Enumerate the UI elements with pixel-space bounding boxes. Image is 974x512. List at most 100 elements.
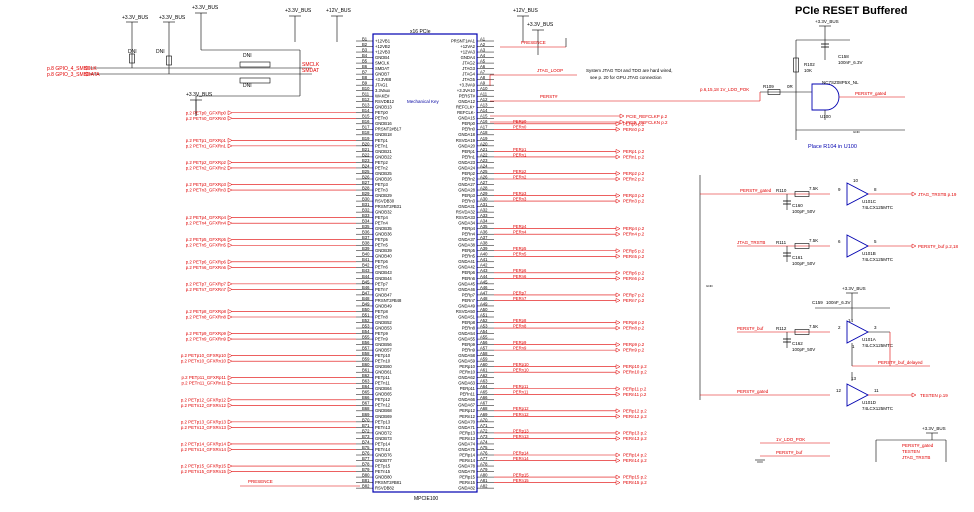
connector-pin-b: B15 PETn0 <box>356 114 388 121</box>
pin-signal: GNDA20 <box>458 143 475 148</box>
pcie-connector: x16 PCIe Mechanical Key MPCIE100 B1 +12VB… <box>356 29 494 502</box>
connector-pin-a: A24 GNDA24 <box>458 163 494 170</box>
right-net-name: PERp11 <box>513 384 529 389</box>
right-net-name: PERp8 <box>513 318 527 323</box>
left-lane-net: p.2 PETn10_GFXRn10 <box>181 359 356 364</box>
pin-signal: PERn12 <box>459 414 475 419</box>
pin-number: B68 <box>362 406 370 411</box>
u101c-ref: U101C <box>862 199 877 204</box>
right-net-label: PERp3 p.2 <box>623 193 645 198</box>
pin-signal: GNDB57 <box>375 348 392 353</box>
perst-buf-in: PERST#_buf <box>737 326 764 331</box>
pin-signal: GNDB40 <box>375 254 392 259</box>
connector-pin-a: A46 GNDA46 <box>458 285 494 292</box>
pin-10: 10 <box>853 178 859 183</box>
pin-number: B63 <box>362 379 370 384</box>
connector-pin-a: A45 GNDA45 <box>458 279 494 286</box>
pin-number: B25 <box>362 169 370 174</box>
pin-signal: GNDA49 <box>458 303 475 308</box>
pin-number: B47 <box>362 290 370 295</box>
jtag-note-line1: System JTAG TDI and TDO are hard wired, <box>586 68 673 73</box>
sheet-title: PCIe RESET Buffered <box>795 5 907 17</box>
pin-signal: GNDB29 <box>375 193 392 198</box>
pin-signal: JTAG3 <box>462 66 475 71</box>
pin-number: A42 <box>480 263 488 268</box>
pin-number: A67 <box>480 401 488 406</box>
pin-number: B71 <box>362 423 370 428</box>
pin-number: A62 <box>480 373 488 378</box>
pin-signal: +3.3VB8 <box>375 77 392 82</box>
pin-11: 11 <box>874 388 879 393</box>
connector-pin-a: A53 PERn8 <box>462 323 494 330</box>
pin-number: A15 <box>480 114 488 119</box>
connector-pin-b: B50 PETp8 <box>356 307 388 314</box>
connector-pin-b: B20 PETn1 <box>356 141 388 148</box>
connector-pin-a: A59 GNDA59 <box>458 357 494 364</box>
connector-pin-b: B37 PETp5 <box>356 235 388 242</box>
refclkp-offpage: PCIE_REFCLKP p.2 <box>626 114 668 119</box>
pin-signal: GNDA31 <box>458 204 475 209</box>
pin-signal: WAKE# <box>375 94 390 99</box>
pin-number: A1 <box>480 36 486 41</box>
u101a-bus-label: +3.3V_BUS <box>842 286 866 291</box>
pin-signal: GNDA18 <box>458 132 475 137</box>
pin-number: B36 <box>362 230 370 235</box>
pin-signal: GNDB73 <box>375 436 392 441</box>
pin-number: B54 <box>362 329 370 334</box>
pin-3: 3 <box>874 325 877 330</box>
left-lane-net: p.2 PETp1_GFXRp1 <box>186 138 356 143</box>
pin-number: B76 <box>362 450 370 455</box>
pin-number: A36 <box>480 230 488 235</box>
connector-pin-a: A74 GNDA74 <box>458 439 494 446</box>
bottom-presence-label: PRESENCE <box>248 479 273 484</box>
pin-signal: GNDA34 <box>458 221 475 226</box>
pin-number: B52 <box>362 318 370 323</box>
pin-signal: PERn8 <box>462 325 476 330</box>
left-net-label: p.2 PETp6_GFXRp6 <box>186 259 227 264</box>
perst-net-label: PERST# <box>540 94 558 99</box>
pin-signal: PERp2 <box>462 171 476 176</box>
pin-number: B15 <box>362 114 370 119</box>
pin-number: B34 <box>362 219 370 224</box>
left-lane-net: p.2 PETp6_GFXRp6 <box>186 259 356 264</box>
pin-number: A72 <box>480 428 488 433</box>
connector-pin-a: A42 GNDA42 <box>458 263 494 270</box>
pin-signal: RSVDB12 <box>375 99 395 104</box>
connector-pin-a: A18 GNDA18 <box>458 130 494 137</box>
pin-number: B17 <box>362 125 370 130</box>
bus-label: +12V_BUS <box>326 8 352 14</box>
connector-pin-a: A21 PERp1 <box>462 147 494 154</box>
c158-value: 100nF_6.3V <box>838 60 863 65</box>
pin-signal: GNDB69 <box>375 414 392 419</box>
left-lane-net: p.2 PETp3_GFXRp3 <box>186 182 356 187</box>
jtag-loop-label: JTAG_LOOP <box>537 68 563 73</box>
pin-number: B75 <box>362 445 370 450</box>
u101a-section: +3.3V_BUS C159 100nF_6.3V 14 PERST#_buf … <box>737 286 930 367</box>
pin-number: B57 <box>362 346 370 351</box>
pin-signal: PERn4 <box>462 232 476 237</box>
pin-number: B26 <box>362 174 370 179</box>
pin-number: A56 <box>480 340 488 345</box>
left-net-label: p.2 PETn1_GFXRn1 <box>186 143 227 148</box>
right-net-name: PERp4 <box>513 224 527 229</box>
pin-signal: PETp13 <box>375 419 391 424</box>
pin-number: B40 <box>362 252 370 257</box>
connector-pin-a: A36 PERn4 <box>462 230 494 237</box>
pin-signal: PERn5 <box>462 254 476 259</box>
pin-number: B39 <box>362 246 370 251</box>
right-net-name: PERn1 <box>513 152 527 157</box>
pin-number: B55 <box>362 334 370 339</box>
connector-pin-b: B55 PETn9 <box>356 334 388 341</box>
pin-number: A26 <box>480 174 488 179</box>
pin-number: B82 <box>362 484 370 489</box>
pin-signal: RSVDA32 <box>456 210 476 215</box>
pin-signal: PETp15 <box>375 463 391 468</box>
connector-pin-a: A82 GNDA82 <box>458 484 494 491</box>
pin-number: B21 <box>362 147 370 152</box>
pin-number: B44 <box>362 274 370 279</box>
pin-signal: GNDB4 <box>375 55 390 60</box>
connector-pin-a: A63 GNDA63 <box>458 379 494 386</box>
right-net-label: PERp4 p.2 <box>623 226 645 231</box>
connector-pin-a: A58 GNDA58 <box>458 351 494 358</box>
left-lane-net: p.2 PETn3_GFXRn3 <box>186 188 356 193</box>
